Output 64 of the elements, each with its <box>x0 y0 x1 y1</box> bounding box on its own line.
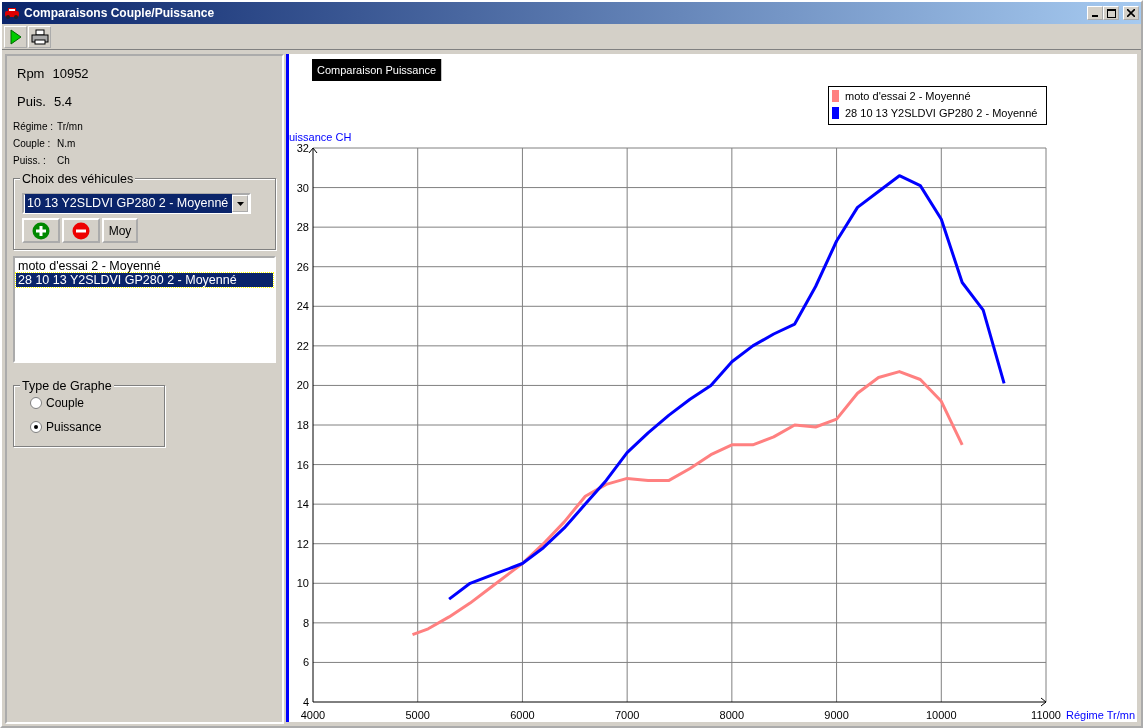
reading-label: Puis. <box>17 92 46 111</box>
y-tick-label: 26 <box>296 260 309 273</box>
dropdown-button[interactable] <box>232 195 248 212</box>
x-tick-label: 11000 <box>1031 709 1061 721</box>
y-tick-label: 30 <box>296 181 309 194</box>
chart-title: Comparaison Puissance <box>312 59 442 81</box>
y-tick-label: 22 <box>296 339 309 352</box>
legend-label: moto d'essai 2 - Moyenné <box>845 90 971 102</box>
close-icon <box>1127 9 1135 17</box>
y-tick-label: 4 <box>302 696 309 708</box>
y-tick-label: 10 <box>296 577 309 590</box>
unit-label: Couple : <box>13 137 52 151</box>
y-tick-label: 8 <box>302 616 309 629</box>
radio-label: Couple <box>46 395 85 412</box>
reading-label: Rpm <box>17 65 45 83</box>
average-button[interactable]: Moy <box>102 218 138 243</box>
close-button[interactable] <box>1123 6 1139 20</box>
plus-icon <box>32 221 50 240</box>
y-tick-label: 20 <box>296 379 309 392</box>
y-tick-label: 16 <box>296 458 309 471</box>
maximize-icon <box>1106 8 1116 18</box>
x-tick-label: 9000 <box>824 709 849 721</box>
car-icon <box>4 6 20 20</box>
play-icon <box>9 29 22 45</box>
unit-value: Tr/mn <box>57 120 84 134</box>
y-tick-label: 14 <box>296 498 309 511</box>
y-tick-label: 12 <box>296 537 309 550</box>
x-tick-label: 4000 <box>300 709 326 721</box>
list-item[interactable]: 28 10 13 Y2SLDVI GP280 2 - Moyenné <box>16 273 273 287</box>
radio-button[interactable] <box>30 397 42 409</box>
radio-button[interactable] <box>30 421 42 433</box>
printer-icon <box>30 29 49 45</box>
unit-value: Ch <box>57 154 71 168</box>
unit-label: Régime : <box>13 120 53 134</box>
maximize-button[interactable] <box>1103 6 1119 20</box>
minimize-button[interactable] <box>1087 6 1103 20</box>
radio-label: Puissance <box>46 419 102 436</box>
x-tick-label: 8000 <box>719 709 745 721</box>
x-tick-label: 7000 <box>614 709 640 721</box>
y-tick-label: 6 <box>302 656 309 669</box>
reading-value: 10952 <box>52 65 89 83</box>
window-title: Comparaisons Couple/Puissance <box>24 5 215 22</box>
unit-value: N.m <box>57 137 77 151</box>
x-tick-label: 10000 <box>926 709 957 721</box>
caret-icon <box>236 201 244 206</box>
y-tick-label: 24 <box>296 300 309 313</box>
y-tick-label: 28 <box>296 221 309 234</box>
unit-label: Puiss. : <box>13 154 47 168</box>
x-tick-label: 5000 <box>405 709 430 721</box>
legend-label: 28 10 13 Y2SLDVI GP280 2 - Moyenné <box>845 107 1038 119</box>
y-tick-label: 32 <box>296 142 309 154</box>
x-axis-label: Régime Tr/mn <box>1066 709 1136 721</box>
minus-icon <box>72 221 90 240</box>
y-tick-label: 18 <box>296 419 309 431</box>
x-tick-label: 6000 <box>510 709 535 721</box>
y-axis-label: uissance CH <box>289 131 352 143</box>
play-button[interactable] <box>4 26 27 48</box>
add-button[interactable] <box>22 218 60 243</box>
reading-value: 5.4 <box>53 92 72 111</box>
chart-title: Comparaison Puissance <box>317 64 437 76</box>
print-button[interactable] <box>28 26 51 48</box>
list-item[interactable]: moto d'essai 2 - Moyenné <box>16 259 273 273</box>
vehicle-combobox[interactable]: 10 13 Y2SLDVI GP280 2 - Moyenné <box>22 193 251 214</box>
remove-button[interactable] <box>62 218 100 243</box>
